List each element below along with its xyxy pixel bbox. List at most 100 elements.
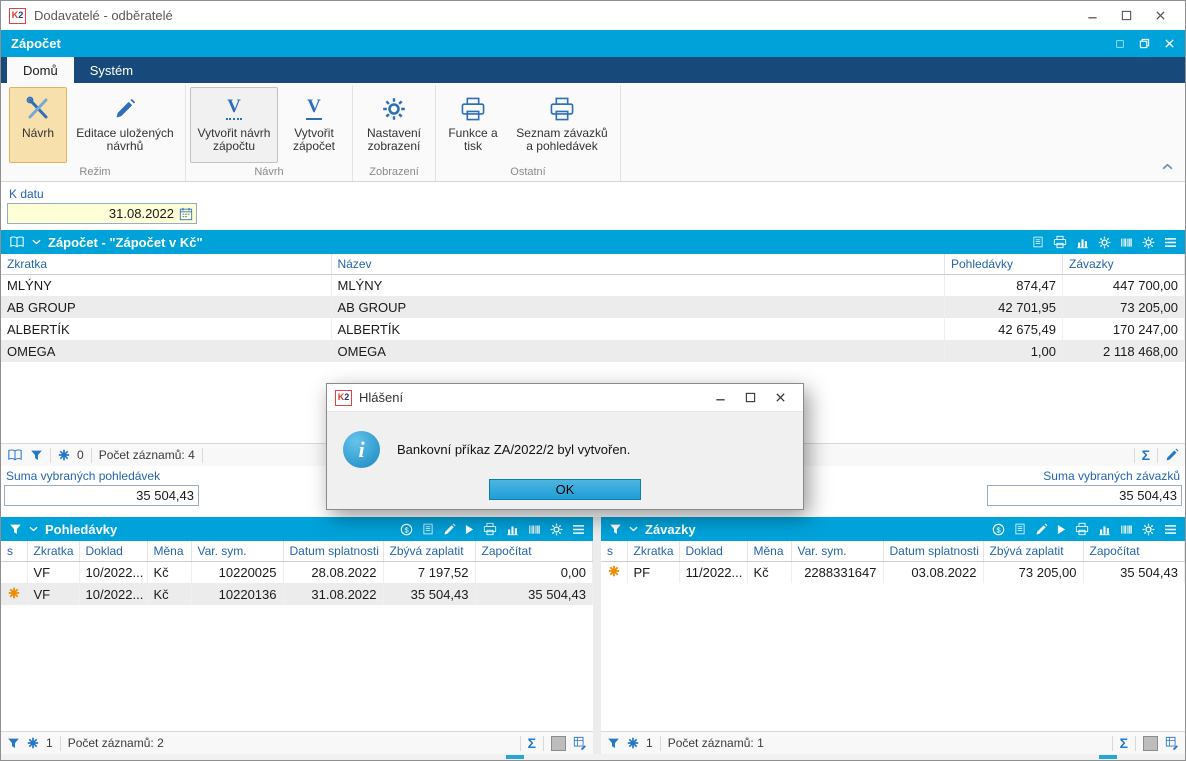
cell[interactable]: 0,00 xyxy=(475,561,593,583)
play-icon[interactable] xyxy=(465,524,474,535)
color-swatch[interactable] xyxy=(551,736,566,751)
cell[interactable]: MLÝNY xyxy=(1,274,331,296)
column-header-mena[interactable]: Měna xyxy=(147,541,191,561)
table-row[interactable]: ALBERTÍK ALBERTÍK 42 675,49 170 247,00 xyxy=(1,318,1185,340)
marker-cell[interactable] xyxy=(1,583,27,605)
navrh-button[interactable]: Návrh xyxy=(9,87,67,163)
cell[interactable]: 874,47 xyxy=(945,274,1063,296)
cell[interactable]: ALBERTÍK xyxy=(331,318,945,340)
cell[interactable]: 28.08.2022 xyxy=(283,561,383,583)
barcode-icon[interactable] xyxy=(1120,236,1133,249)
filter-icon[interactable] xyxy=(607,737,620,750)
cell[interactable]: 170 247,00 xyxy=(1063,318,1185,340)
pencil-icon[interactable] xyxy=(1165,448,1179,462)
receivables-sum-field[interactable]: 35 504,43 xyxy=(4,485,199,506)
column-header-zbyva[interactable]: Zbývá zaplatit xyxy=(983,541,1083,561)
view-settings-icon[interactable] xyxy=(1142,236,1155,249)
menu-icon[interactable] xyxy=(1164,237,1177,248)
minimize-icon[interactable] xyxy=(705,387,735,409)
table-row[interactable]: OMEGA OMEGA 1,00 2 118 468,00 xyxy=(1,340,1185,362)
sum-icon[interactable]: Σ xyxy=(528,736,536,750)
column-header-mena[interactable]: Měna xyxy=(747,541,791,561)
chart-icon[interactable] xyxy=(1076,236,1089,249)
table-row[interactable]: MLÝNY MLÝNY 874,47 447 700,00 xyxy=(1,274,1185,296)
funkce-a-tisk-button[interactable]: Funkce a tisk xyxy=(440,87,506,163)
pencil-icon[interactable] xyxy=(1035,523,1048,536)
cell[interactable]: 73 205,00 xyxy=(983,561,1083,583)
ok-button[interactable]: OK xyxy=(489,479,641,500)
column-header-doklad[interactable]: Doklad xyxy=(679,541,747,561)
printer-icon[interactable] xyxy=(1075,522,1089,536)
table-row[interactable]: AB GROUP AB GROUP 42 701,95 73 205,00 xyxy=(1,296,1185,318)
cell[interactable]: 7 197,52 xyxy=(383,561,475,583)
cell[interactable]: 42 675,49 xyxy=(945,318,1063,340)
chart-icon[interactable] xyxy=(1098,523,1111,536)
cell[interactable]: Kč xyxy=(147,561,191,583)
chevron-down-icon[interactable] xyxy=(29,526,38,532)
column-header-zkratka[interactable]: Zkratka xyxy=(627,541,679,561)
cell[interactable]: 10220136 xyxy=(191,583,283,605)
cell[interactable]: Kč xyxy=(747,561,791,583)
report-icon[interactable] xyxy=(1032,235,1044,249)
column-header-nazev[interactable]: Název xyxy=(331,254,945,274)
close-icon[interactable] xyxy=(1143,4,1177,28)
column-header-doklad[interactable]: Doklad xyxy=(79,541,147,561)
cell[interactable]: 73 205,00 xyxy=(1063,296,1185,318)
cell[interactable]: PF xyxy=(627,561,679,583)
cell[interactable]: 31.08.2022 xyxy=(283,583,383,605)
cell[interactable]: 35 504,43 xyxy=(1083,561,1185,583)
column-header-s[interactable]: s xyxy=(601,541,627,561)
ribbon-collapse-icon[interactable] xyxy=(1162,158,1173,173)
currency-icon[interactable]: $ xyxy=(992,523,1005,536)
cell[interactable]: Kč xyxy=(147,583,191,605)
close-icon[interactable] xyxy=(765,387,795,409)
restore-icon[interactable] xyxy=(1139,38,1150,49)
column-header-varsym[interactable]: Var. sym. xyxy=(191,541,283,561)
vytvorit-zapocet-button[interactable]: V Vytvořit zápočet xyxy=(280,87,348,163)
maximize-icon[interactable] xyxy=(1109,4,1143,28)
currency-icon[interactable]: $ xyxy=(400,523,413,536)
column-header-zapocitat[interactable]: Započítat xyxy=(475,541,593,561)
filter-icon[interactable] xyxy=(30,449,43,462)
cell[interactable]: MLÝNY xyxy=(331,274,945,296)
column-header-zavazky[interactable]: Závazky xyxy=(1063,254,1185,274)
filter-icon[interactable] xyxy=(7,737,20,750)
editace-ulozenych-navrhu-button[interactable]: Editace uložených návrhů xyxy=(69,87,181,163)
pencil-icon[interactable] xyxy=(443,523,456,536)
minimize-icon[interactable] xyxy=(1075,4,1109,28)
cell[interactable]: 1,00 xyxy=(945,340,1063,362)
payables-sum-field[interactable]: 35 504,43 xyxy=(987,485,1182,506)
report-icon[interactable] xyxy=(422,522,434,536)
column-header-s[interactable]: s xyxy=(1,541,27,561)
cell[interactable]: 2288331647 xyxy=(791,561,883,583)
table-row[interactable]: PF 11/2022... Kč 2288331647 03.08.2022 7… xyxy=(601,561,1185,583)
date-input[interactable]: 31.08.2022 xyxy=(7,203,197,224)
nastaveni-zobrazeni-button[interactable]: Nastavení zobrazení xyxy=(357,87,431,163)
column-header-zbyva[interactable]: Zbývá zaplatit xyxy=(383,541,475,561)
cell[interactable]: 42 701,95 xyxy=(945,296,1063,318)
cell[interactable]: 03.08.2022 xyxy=(883,561,983,583)
sum-icon[interactable]: Σ xyxy=(1120,736,1128,750)
cell[interactable]: OMEGA xyxy=(331,340,945,362)
barcode-icon[interactable] xyxy=(1120,523,1133,536)
column-header-datum[interactable]: Datum splatnosti xyxy=(283,541,383,561)
marker-cell[interactable] xyxy=(1,561,27,583)
menu-icon[interactable] xyxy=(1164,524,1177,535)
cell[interactable]: 447 700,00 xyxy=(1063,274,1185,296)
cell[interactable]: 11/2022... xyxy=(679,561,747,583)
view-settings-icon[interactable] xyxy=(1142,523,1155,536)
sum-icon[interactable]: Σ xyxy=(1142,448,1150,462)
panel-splitter[interactable] xyxy=(593,517,601,754)
close-icon[interactable] xyxy=(1164,38,1175,49)
view-settings-icon[interactable] xyxy=(550,523,563,536)
tab-domu[interactable]: Domů xyxy=(7,57,74,83)
cell[interactable]: OMEGA xyxy=(1,340,331,362)
calendar-icon[interactable] xyxy=(179,207,193,221)
play-icon[interactable] xyxy=(1057,524,1066,535)
cell[interactable]: AB GROUP xyxy=(1,296,331,318)
cell[interactable]: VF xyxy=(27,583,79,605)
grid-edit-icon[interactable] xyxy=(1165,736,1179,750)
grid-edit-icon[interactable] xyxy=(573,736,587,750)
cell[interactable]: ALBERTÍK xyxy=(1,318,331,340)
column-header-datum[interactable]: Datum splatnosti xyxy=(883,541,983,561)
